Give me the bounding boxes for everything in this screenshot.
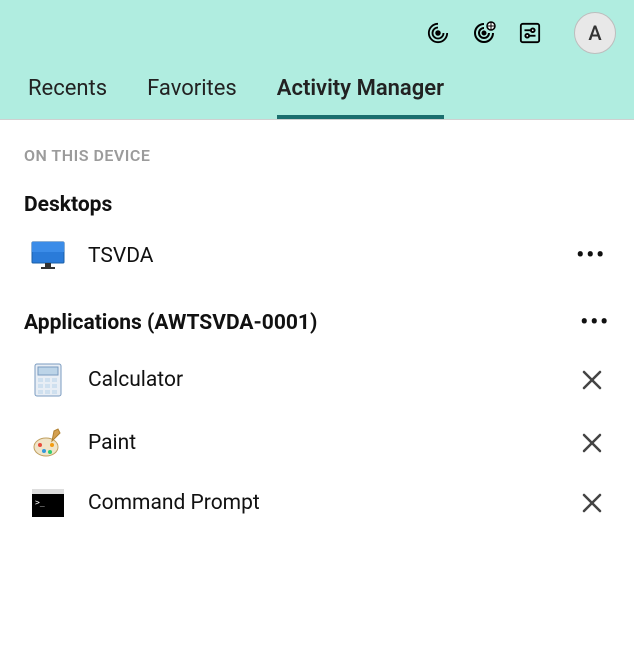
more-icon[interactable]: ••• [576,251,606,261]
app-item-label: Command Prompt [88,491,260,515]
applications-header-row: Applications (AWTSVDA-0001) ••• [24,311,610,335]
app-item-calculator[interactable]: Calculator [24,357,610,403]
desktop-item-label: TSVDA [88,244,153,268]
terminal-icon: >_ [28,489,68,517]
avatar-initial: A [588,21,601,45]
tab-recents[interactable]: Recents [28,76,107,119]
svg-text:>_: >_ [35,498,45,507]
target-globe-icon[interactable] [472,21,496,45]
desktop-item-left: TSVDA [28,241,153,271]
target-icon[interactable] [426,21,450,45]
close-icon[interactable] [578,366,606,394]
applications-title: Applications (AWTSVDA-0001) [24,311,317,335]
app-item-command-prompt[interactable]: >_ Command Prompt [24,483,610,523]
more-icon[interactable]: ••• [580,318,610,328]
content: ON THIS DEVICE Desktops TSVDA ••• Applic… [0,120,634,567]
desktops-title: Desktops [24,193,610,217]
app-item-left: Calculator [28,363,183,397]
preferences-icon[interactable] [518,21,542,45]
app-item-label: Calculator [88,368,183,392]
tabs: Recents Favorites Activity Manager [0,54,634,119]
app-item-left: >_ Command Prompt [28,489,260,517]
monitor-icon [28,241,68,271]
tab-activity-manager[interactable]: Activity Manager [277,76,444,119]
calculator-icon [28,363,68,397]
tab-favorites[interactable]: Favorites [147,76,237,119]
close-icon[interactable] [578,489,606,517]
close-icon[interactable] [578,429,606,457]
desktop-item[interactable]: TSVDA ••• [24,235,610,277]
section-eyebrow: ON THIS DEVICE [24,146,610,165]
app-item-label: Paint [88,431,136,455]
header: A Recents Favorites Activity Manager [0,0,634,120]
avatar[interactable]: A [574,12,616,54]
paint-icon [28,427,68,459]
app-item-paint[interactable]: Paint [24,421,610,465]
app-item-left: Paint [28,427,136,459]
applications-section: Applications (AWTSVDA-0001) ••• Calculat… [24,311,610,523]
header-toolbar: A [0,0,634,54]
desktops-section: Desktops TSVDA ••• [24,193,610,277]
